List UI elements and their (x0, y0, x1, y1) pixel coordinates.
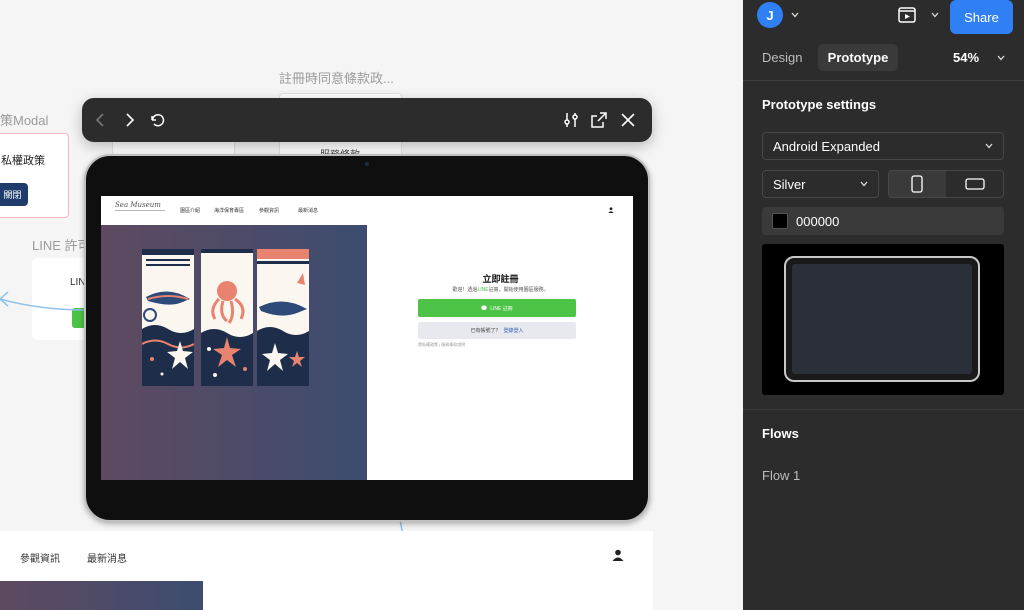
tab-design[interactable]: Design (762, 50, 802, 65)
restart-icon (151, 114, 165, 127)
login-prompt: 已有帳號了？ (470, 328, 501, 334)
tab-prototype[interactable]: Prototype (818, 44, 898, 71)
chevron-down-icon[interactable] (931, 12, 939, 18)
chevron-left-icon (95, 113, 104, 127)
close-icon (621, 113, 635, 127)
external-link-icon (591, 112, 607, 128)
divider (743, 409, 1024, 410)
login-link[interactable]: 登錄登入 (504, 327, 524, 334)
line-register-button[interactable]: LINE 註冊 (418, 299, 576, 317)
nav-link-news[interactable]: 最新消息 (87, 550, 127, 565)
user-avatar[interactable]: J (757, 2, 783, 28)
logo-underline (115, 210, 165, 211)
properties-panel: J Share Design Prototype 54% Prototype s… (743, 0, 1024, 610)
sliders-icon (564, 113, 578, 127)
landscape-button[interactable] (947, 171, 1003, 197)
orientation-toggle (888, 170, 1004, 198)
prototype-settings-title: Prototype settings (762, 97, 877, 112)
portrait-button[interactable] (889, 171, 946, 197)
background-color-value[interactable]: 000000 (796, 214, 839, 229)
portrait-icon (911, 175, 923, 193)
close-preview-button[interactable] (616, 108, 640, 132)
camera-dot (365, 162, 369, 166)
prototype-toolbar (82, 98, 652, 142)
nav-link-park[interactable]: 園區介紹 (180, 207, 200, 214)
chevron-down-icon[interactable] (791, 12, 799, 18)
device-color-select[interactable]: Silver (762, 170, 879, 198)
subtitle-suffix: 註冊，開始使用園區服務。 (488, 287, 549, 293)
subtitle-line: LINE (477, 287, 489, 293)
background-color-field[interactable]: 000000 (762, 207, 1004, 235)
page-frame-preview[interactable]: 參觀資訊 最新消息 (0, 531, 653, 610)
device-value: Android Expanded (773, 138, 880, 154)
open-in-new-tab-button[interactable] (587, 108, 611, 132)
present-icon[interactable] (897, 5, 917, 25)
prototype-screen[interactable]: Sea Museum 園區介紹 海洋保育專區 參觀資訊 最新消息 立即註冊 歡迎… (101, 196, 633, 480)
device-preview-frame (784, 256, 980, 382)
register-title: 立即註冊 (482, 274, 519, 284)
user-icon[interactable] (608, 207, 614, 213)
share-button[interactable]: Share (950, 0, 1013, 34)
hero-image-partial (0, 581, 203, 610)
register-subtitle: 歡迎！透過LINE註冊，開始使用園區服務。 (418, 286, 583, 293)
landscape-icon (965, 178, 985, 190)
chevron-right-icon (126, 113, 135, 127)
site-logo[interactable]: Sea Museum (115, 201, 161, 209)
divider (743, 80, 1024, 81)
device-select[interactable]: Android Expanded (762, 132, 1004, 160)
device-color-value: Silver (773, 176, 806, 192)
sea-panel-fish (257, 249, 309, 386)
zoom-level[interactable]: 54% (953, 50, 979, 65)
flow-item[interactable]: Flow 1 (762, 468, 800, 483)
login-prompt-bar: 已有帳號了？ 登錄登入 (418, 322, 576, 339)
chevron-down-icon (860, 181, 868, 187)
user-icon[interactable] (612, 549, 624, 561)
color-swatch[interactable] (772, 213, 788, 229)
settings-button[interactable] (559, 108, 583, 132)
line-chat-icon (481, 305, 487, 310)
nav-link-news[interactable]: 最新消息 (298, 207, 318, 214)
chevron-down-icon[interactable] (997, 55, 1005, 61)
device-preview-screen (792, 264, 972, 374)
restart-button[interactable] (145, 108, 169, 132)
nav-link-conservation[interactable]: 海洋保育專區 (214, 207, 244, 214)
site-nav: Sea Museum 園區介紹 海洋保育專區 參觀資訊 最新消息 (101, 196, 633, 225)
sea-panel-octopus (201, 249, 253, 386)
back-button[interactable] (89, 108, 113, 132)
sea-panel-shark (142, 249, 194, 386)
terms-links[interactable]: 隱私權政策 | 服務條款說明 (418, 342, 465, 348)
device-preview (762, 244, 1004, 395)
subtitle-prefix: 歡迎！透過 (452, 287, 478, 293)
line-button-label: LINE 註冊 (490, 305, 513, 312)
chevron-down-icon (985, 143, 993, 149)
flows-title: Flows (762, 426, 799, 441)
forward-button[interactable] (117, 108, 141, 132)
nav-link-visit[interactable]: 參觀資訊 (20, 550, 60, 565)
nav-link-visit[interactable]: 參觀資訊 (259, 207, 279, 214)
